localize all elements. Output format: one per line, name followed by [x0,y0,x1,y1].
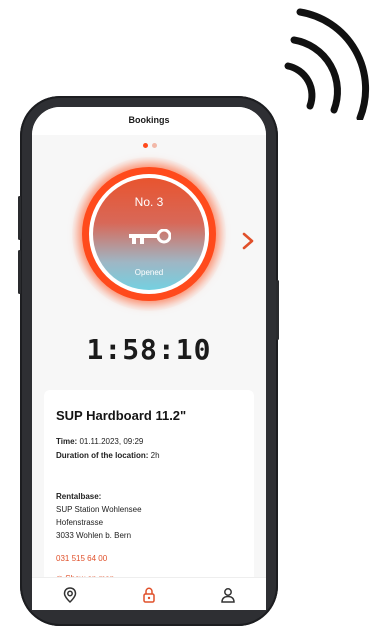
address-line-1: SUP Station Wohlensee [56,505,142,514]
pager-dot[interactable] [152,143,157,148]
phone-side-button [18,196,21,240]
nfc-signal-icon [284,8,370,120]
tab-bar [32,577,266,610]
chevron-right-icon[interactable] [241,232,255,250]
locker-status: Opened [134,268,164,277]
phone-link[interactable]: 031 515 64 00 [56,554,107,563]
booking-title: SUP Hardboard 11.2" [56,408,187,423]
user-icon[interactable] [220,587,236,603]
key-icon [129,229,171,244]
booking-duration-row: Duration of the location: 2h [56,451,160,460]
duration-value: 2h [150,451,160,460]
address-line-3: 3033 Wohlen b. Bern [56,531,132,540]
phone-side-button [18,250,21,294]
app-screen: Bookings No. 3 Opened 1:58:10 SUP Hardbo… [32,107,266,610]
time-value: 01.11.2023, 09:29 [79,437,144,446]
lock-icon[interactable] [141,587,157,603]
booking-time-row: Time: 01.11.2023, 09:29 [56,437,143,446]
locker-number: No. 3 [134,195,164,209]
time-label: Time: [56,437,78,446]
page-title: Bookings [32,107,266,135]
location-pin-icon[interactable] [62,587,78,603]
rentalbase-label: Rentalbase: [56,492,101,501]
phone-power-button [276,280,279,340]
pager-dots [139,143,163,149]
address-line-2: Hofenstrasse [56,518,104,527]
duration-label: Duration of the location: [56,451,149,460]
pager-dot-active[interactable] [143,143,148,148]
countdown-timer: 1:58:10 [86,333,212,366]
rentalbase-label-text: Rentalbase: [56,492,102,501]
